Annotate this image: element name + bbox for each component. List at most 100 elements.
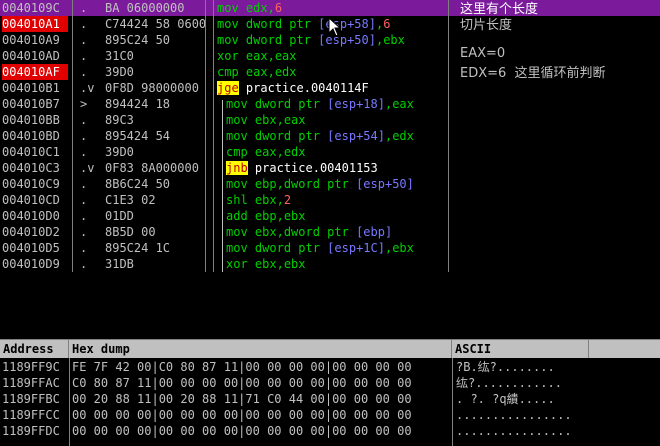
disasm-row[interactable]: 004010D5. 895C24 1C mov dword ptr [esp+1C]… — [0, 240, 660, 256]
header-ascii[interactable]: ASCII — [452, 340, 589, 358]
row-marker: . — [80, 17, 88, 31]
instruction-operand: ebx,dword ptr — [254, 225, 357, 239]
header-hex-dump[interactable]: Hex dump — [69, 340, 452, 358]
disasm-row[interactable]: 004010CD. C1E3 02 shl ebx,2 — [0, 192, 660, 208]
row-opcode-hex: C1E3 02 — [105, 193, 156, 207]
row-opcode-hex: 8B6C24 50 — [105, 177, 171, 191]
instruction-operand: eax,edx — [245, 65, 297, 79]
dump-hex: 00 00 00 00|00 00 00 00|00 00 00 00|00 0… — [72, 424, 412, 438]
row-marker: . — [80, 225, 88, 239]
row-address: 004010C1 — [2, 145, 60, 159]
row-instruction: mov ebx,eax — [226, 112, 456, 128]
disasm-row[interactable]: 004010B1 .v 0F8D 98000000 jge practice.0040… — [0, 80, 660, 96]
header-address[interactable]: Address — [0, 340, 69, 358]
row-instruction: jnb practice.00401153 — [226, 160, 456, 176]
disasm-row[interactable]: 0040109C. BA 06000000 mov edx,6 — [0, 0, 660, 16]
row-instruction: mov ebx,dword ptr [ebp] — [226, 224, 456, 240]
dump-hex: 00 00 00 00|00 00 00 00|00 00 00 00|00 0… — [72, 408, 412, 422]
disassembly-pane[interactable]: 0040109C. BA 06000000 mov edx,6 004010A1. C7… — [0, 0, 660, 272]
row-marker: . — [80, 209, 88, 223]
instruction-operand: dword ptr — [245, 33, 319, 47]
disasm-row[interactable]: 004010C3 .v 0F83 8A000000 jnb practice.0040… — [0, 160, 660, 176]
instruction-operand: dword ptr — [254, 129, 328, 143]
row-marker: . — [80, 113, 88, 127]
column-divider — [69, 358, 70, 446]
dump-address: 1189FF9C — [2, 360, 60, 374]
instruction-mnemonic: mov — [217, 1, 239, 15]
mouse-cursor-icon — [328, 17, 342, 37]
row-opcode-hex: 895C24 50 — [105, 33, 171, 47]
instruction-operand: 6 — [383, 17, 391, 31]
disasm-row[interactable]: 004010D0. 01DD add ebp,ebx — [0, 208, 660, 224]
instruction-operand: eax,edx — [254, 145, 306, 159]
dump-ascii: ................ — [456, 424, 572, 438]
instruction-mnemonic: mov — [226, 177, 248, 191]
instruction-operand: [ebp] — [356, 225, 393, 239]
dump-header: Address Hex dump ASCII — [0, 339, 660, 358]
row-marker: . — [80, 1, 88, 15]
dump-hex: C0 80 87 11|00 00 00 00|00 00 00 00|00 0… — [72, 376, 412, 390]
column-divider — [213, 0, 214, 272]
dump-ascii: . ?. ?q繢..... — [456, 392, 555, 406]
instruction-mnemonic: cmp — [226, 145, 248, 159]
row-instruction: cmp eax,edx — [226, 144, 456, 160]
row-opcode-hex: 895C24 1C — [105, 241, 171, 255]
instruction-operand: [esp+58] — [318, 17, 376, 31]
instruction-operand: [esp+18] — [327, 97, 385, 111]
disasm-row[interactable]: 004010B7 >894424 18 mov dword ptr [esp+18]… — [0, 96, 660, 112]
row-instruction: mov dword ptr [esp+18],eax — [226, 96, 456, 112]
instruction-operand: ebp,dword ptr — [254, 177, 357, 191]
row-marker: . — [80, 177, 88, 191]
dump-row[interactable]: 1189FF9C FE 7F 42 00|C0 80 87 11|00 00 00… — [0, 359, 660, 375]
instruction-operand: eax,eax — [245, 49, 297, 63]
row-address: 004010BB — [2, 113, 60, 127]
disasm-row[interactable]: 004010C9. 8B6C24 50 mov ebp,dword ptr [esp… — [0, 176, 660, 192]
instruction-operand: 2 — [283, 193, 292, 207]
row-opcode-hex: 895424 54 — [105, 129, 171, 143]
row-marker: . — [80, 33, 88, 47]
row-address: 004010B7 — [2, 97, 60, 111]
row-opcode-hex: 39D0 — [105, 145, 134, 159]
row-opcode-hex: BA 06000000 — [105, 1, 185, 15]
row-instruction: add ebp,ebx — [226, 208, 456, 224]
row-instruction: mov ebp,dword ptr [esp+50] — [226, 176, 456, 192]
disasm-row[interactable]: 004010BB. 89C3 mov ebx,eax — [0, 112, 660, 128]
dump-address: 1189FFAC — [2, 376, 60, 390]
instruction-operand: dword ptr — [245, 17, 319, 31]
instruction-operand: ebp,ebx — [254, 209, 306, 223]
row-instruction: mov dword ptr [esp+1C],ebx — [226, 240, 456, 256]
instruction-operand: ebx, — [254, 193, 284, 207]
row-instruction: mov dword ptr [esp+54],edx — [226, 128, 456, 144]
disasm-row[interactable]: 004010D9. 31DB xor ebx,ebx — [0, 256, 660, 272]
row-address: 004010CD — [2, 193, 60, 207]
row-comment: EAX=0 — [460, 46, 506, 61]
column-divider — [448, 0, 449, 272]
row-marker: .v — [80, 81, 95, 95]
row-marker: . — [80, 49, 88, 63]
instruction-operand: dword ptr — [254, 241, 328, 255]
dump-row[interactable]: 1189FFCC 00 00 00 00|00 00 00 00|00 00 00… — [0, 407, 660, 423]
row-address: 004010C9 — [2, 177, 60, 191]
row-address: 004010BD — [2, 129, 60, 143]
disasm-row[interactable]: 004010BD. 895424 54 mov dword ptr [esp+54]… — [0, 128, 660, 144]
disasm-row[interactable]: 004010C1. 39D0 cmp eax,edx — [0, 144, 660, 160]
dump-row[interactable]: 1189FFAC C0 80 87 11|00 00 00 00|00 00 00… — [0, 375, 660, 391]
dump-row[interactable]: 1189FFDC 00 00 00 00|00 00 00 00|00 00 00… — [0, 423, 660, 439]
instruction-operand: [esp+50] — [356, 177, 414, 191]
row-marker: . — [80, 193, 88, 207]
row-opcode-hex: 31DB — [105, 257, 134, 271]
row-opcode-hex: 89C3 — [105, 113, 134, 127]
row-instruction: xor eax,eax — [217, 48, 447, 64]
instruction-operand: ,ebx — [375, 33, 405, 47]
row-opcode-hex: 0F83 8A000000 — [105, 161, 199, 175]
instruction-mnemonic: xor — [217, 49, 239, 63]
disasm-row[interactable]: 004010D2. 8B5D 00 mov ebx,dword ptr [ebp] — [0, 224, 660, 240]
instruction-mnemonic: mov — [217, 17, 239, 31]
row-address: 004010D0 — [2, 209, 60, 223]
row-address: 004010C3 — [2, 161, 60, 175]
instruction-operand: [esp+1C] — [327, 241, 385, 255]
instruction-operand: ebx,eax — [254, 113, 306, 127]
hex-dump-pane[interactable]: 1189FF9C FE 7F 42 00|C0 80 87 11|00 00 00… — [0, 358, 660, 446]
instruction-mnemonic: cmp — [217, 65, 239, 79]
dump-row[interactable]: 1189FFBC 00 20 88 11|00 20 88 11|71 C0 44… — [0, 391, 660, 407]
